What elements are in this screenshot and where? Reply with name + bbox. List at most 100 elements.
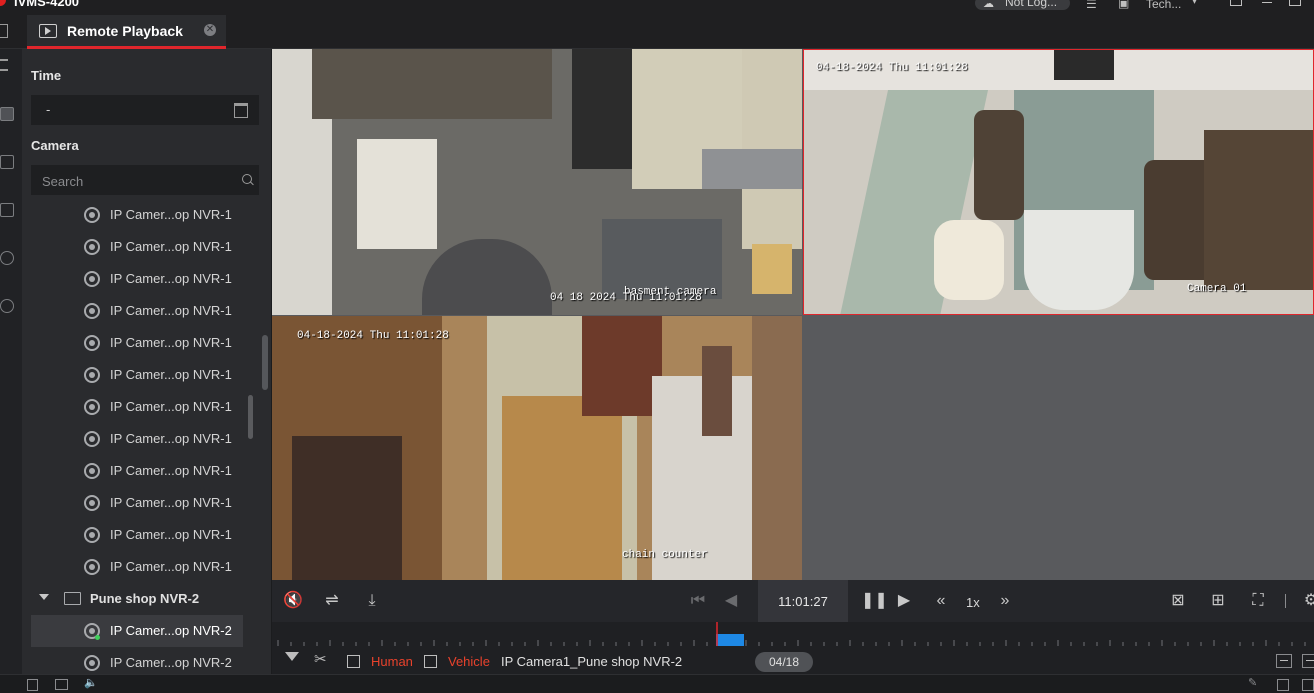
video-pane-empty[interactable] xyxy=(803,316,1314,580)
camera-list-item[interactable]: IP Camer...op NVR-1 xyxy=(31,455,243,487)
camera-icon xyxy=(84,399,100,415)
download-icon[interactable]: ⤓ xyxy=(363,592,381,610)
settings-nav-icon[interactable] xyxy=(0,299,14,313)
camera-icon xyxy=(84,655,100,671)
window-icon[interactable] xyxy=(1230,0,1242,6)
close-icon[interactable]: ✕ xyxy=(204,24,216,36)
video-pane-counter[interactable]: 04-18-2024 Thu 11:01:28 chain counter xyxy=(272,316,802,580)
volume-icon[interactable]: 🔈 xyxy=(84,676,98,689)
mute-icon[interactable]: 🔇 xyxy=(283,592,303,610)
zoom-in-button[interactable] xyxy=(1302,654,1314,668)
window-restore-icon[interactable] xyxy=(1277,679,1289,691)
camera-search xyxy=(31,165,259,197)
list-icon[interactable]: ☰ xyxy=(1086,0,1097,11)
minimize-button[interactable] xyxy=(1262,2,1272,3)
event-nav-icon[interactable] xyxy=(0,251,14,265)
panel-splitter[interactable] xyxy=(262,335,268,390)
image-icon[interactable]: ▣ xyxy=(1118,0,1129,10)
step-forward-icon[interactable]: ▶ xyxy=(895,592,913,610)
left-rail xyxy=(0,49,22,674)
camera-list-item-selected[interactable]: IP Camer...op NVR-2 xyxy=(31,615,243,647)
image-capture-icon[interactable] xyxy=(55,679,68,690)
camera-list-item[interactable]: IP Camer...op NVR-1 xyxy=(31,327,243,359)
selected-camera-name: IP Camera1_Pune shop NVR-2 xyxy=(501,654,683,669)
layout-icon[interactable]: ⊞ xyxy=(1209,592,1227,610)
settings-icon[interactable]: ⚙ xyxy=(1302,592,1314,610)
slow-down-icon[interactable]: « xyxy=(932,592,950,610)
vehicle-checkbox[interactable] xyxy=(424,655,437,668)
camera-icon xyxy=(84,303,100,319)
tab-remote-playback[interactable]: Remote Playback ✕ xyxy=(27,15,226,49)
camera-name: IP Camer...op NVR-2 xyxy=(110,623,232,638)
osd-camera-name: Camera 01 xyxy=(1187,283,1247,295)
tab-label: Remote Playback xyxy=(67,22,183,39)
camera-icon xyxy=(84,367,100,383)
zoom-out-button[interactable] xyxy=(1276,654,1292,668)
camera-name: IP Camer...op NVR-1 xyxy=(110,239,232,254)
caret-down-icon[interactable] xyxy=(39,594,49,600)
camera-name: IP Camer...op NVR-1 xyxy=(110,207,232,222)
camera-list-item[interactable]: IP Camer...op NVR-1 xyxy=(31,391,243,423)
home-icon[interactable] xyxy=(0,24,8,38)
osd-timestamp: 04-18-2024 Thu 11:01:28 xyxy=(816,62,968,74)
reverse-play-icon[interactable]: ◀ xyxy=(722,592,740,610)
group-name: Pune shop NVR-2 xyxy=(90,591,200,606)
human-checkbox[interactable] xyxy=(347,655,360,668)
camera-name: IP Camer...op NVR-1 xyxy=(110,463,232,478)
camera-name: IP Camer...op NVR-1 xyxy=(110,431,232,446)
camera-icon xyxy=(84,495,100,511)
camera-list-scrollbar[interactable] xyxy=(248,395,253,439)
speed-up-icon[interactable]: » xyxy=(996,592,1014,610)
vehicle-label: Vehicle xyxy=(448,654,490,669)
calendar-icon[interactable] xyxy=(234,103,248,118)
maximize-button[interactable] xyxy=(1289,0,1301,6)
camera-icon xyxy=(84,463,100,479)
camera-list-item[interactable]: IP Camer...op NVR-2 xyxy=(31,647,243,674)
camera-name: IP Camer...op NVR-2 xyxy=(110,655,232,670)
camera-name: IP Camer...op NVR-1 xyxy=(110,527,232,542)
camera-list-item[interactable]: IP Camer...op NVR-1 xyxy=(31,199,243,231)
date-indicator[interactable]: 04/18 xyxy=(755,652,813,672)
status-bar: 🔈 ✎ xyxy=(0,674,1314,693)
prev-segment-icon[interactable]: ⏮ xyxy=(689,592,707,610)
device-group-row[interactable]: Pune shop NVR-2 xyxy=(31,585,243,613)
pin-icon[interactable]: ✎ xyxy=(1248,676,1257,689)
user-status-button[interactable]: ☁ Not Log... xyxy=(975,0,1070,10)
video-grid: basment camera 04 18 2024 Thu 11:01:28 0… xyxy=(272,49,1314,580)
playback-icon xyxy=(39,23,57,38)
chevron-down-icon[interactable]: ▾ xyxy=(1192,0,1197,7)
delete-icon[interactable] xyxy=(27,679,38,691)
search-input[interactable] xyxy=(31,165,244,197)
scissors-icon[interactable]: ✂ xyxy=(314,650,327,668)
log-nav-icon[interactable] xyxy=(0,155,14,169)
adjust-icon[interactable]: ⇌ xyxy=(323,592,341,610)
close-all-icon[interactable]: ⊠ xyxy=(1169,592,1187,610)
recording-dot-icon xyxy=(95,635,100,640)
camera-list-item[interactable]: IP Camer...op NVR-1 xyxy=(31,359,243,391)
time-value: - xyxy=(46,102,51,117)
camera-list-item[interactable]: IP Camer...op NVR-1 xyxy=(31,295,243,327)
filter-icon[interactable] xyxy=(285,652,299,661)
playback-nav-icon[interactable] xyxy=(0,107,14,121)
camera-list-item[interactable]: IP Camer...op NVR-1 xyxy=(31,551,243,583)
camera-list-item[interactable]: IP Camer...op NVR-1 xyxy=(31,231,243,263)
camera-list-item[interactable]: IP Camer...op NVR-1 xyxy=(31,263,243,295)
expand-icon[interactable] xyxy=(1302,679,1314,691)
camera-list-item[interactable]: IP Camer...op NVR-1 xyxy=(31,487,243,519)
fullscreen-icon[interactable]: ⛶ xyxy=(1249,592,1267,610)
user-role-label[interactable]: Tech... xyxy=(1146,0,1181,11)
camera-list-item[interactable]: IP Camer...op NVR-1 xyxy=(31,423,243,455)
timeline[interactable] xyxy=(272,622,1314,650)
video-pane-basement[interactable]: basment camera 04 18 2024 Thu 11:01:28 xyxy=(272,49,802,315)
camera-icon xyxy=(84,239,100,255)
camera-list-item[interactable]: IP Camer...op NVR-1 xyxy=(31,519,243,551)
camera-name: IP Camer...op NVR-1 xyxy=(110,495,232,510)
time-input[interactable]: - xyxy=(31,95,259,125)
current-time-display: 11:01:27 xyxy=(758,580,848,622)
pause-icon[interactable]: ❚❚ xyxy=(861,592,888,610)
video-pane-office[interactable]: 04-18-2024 Thu 11:01:28 Camera 01 xyxy=(803,49,1314,315)
menu-icon[interactable] xyxy=(0,59,8,71)
camera-name: IP Camer...op NVR-1 xyxy=(110,367,232,382)
device-nav-icon[interactable] xyxy=(0,203,14,217)
speed-label: 1x xyxy=(966,595,980,610)
